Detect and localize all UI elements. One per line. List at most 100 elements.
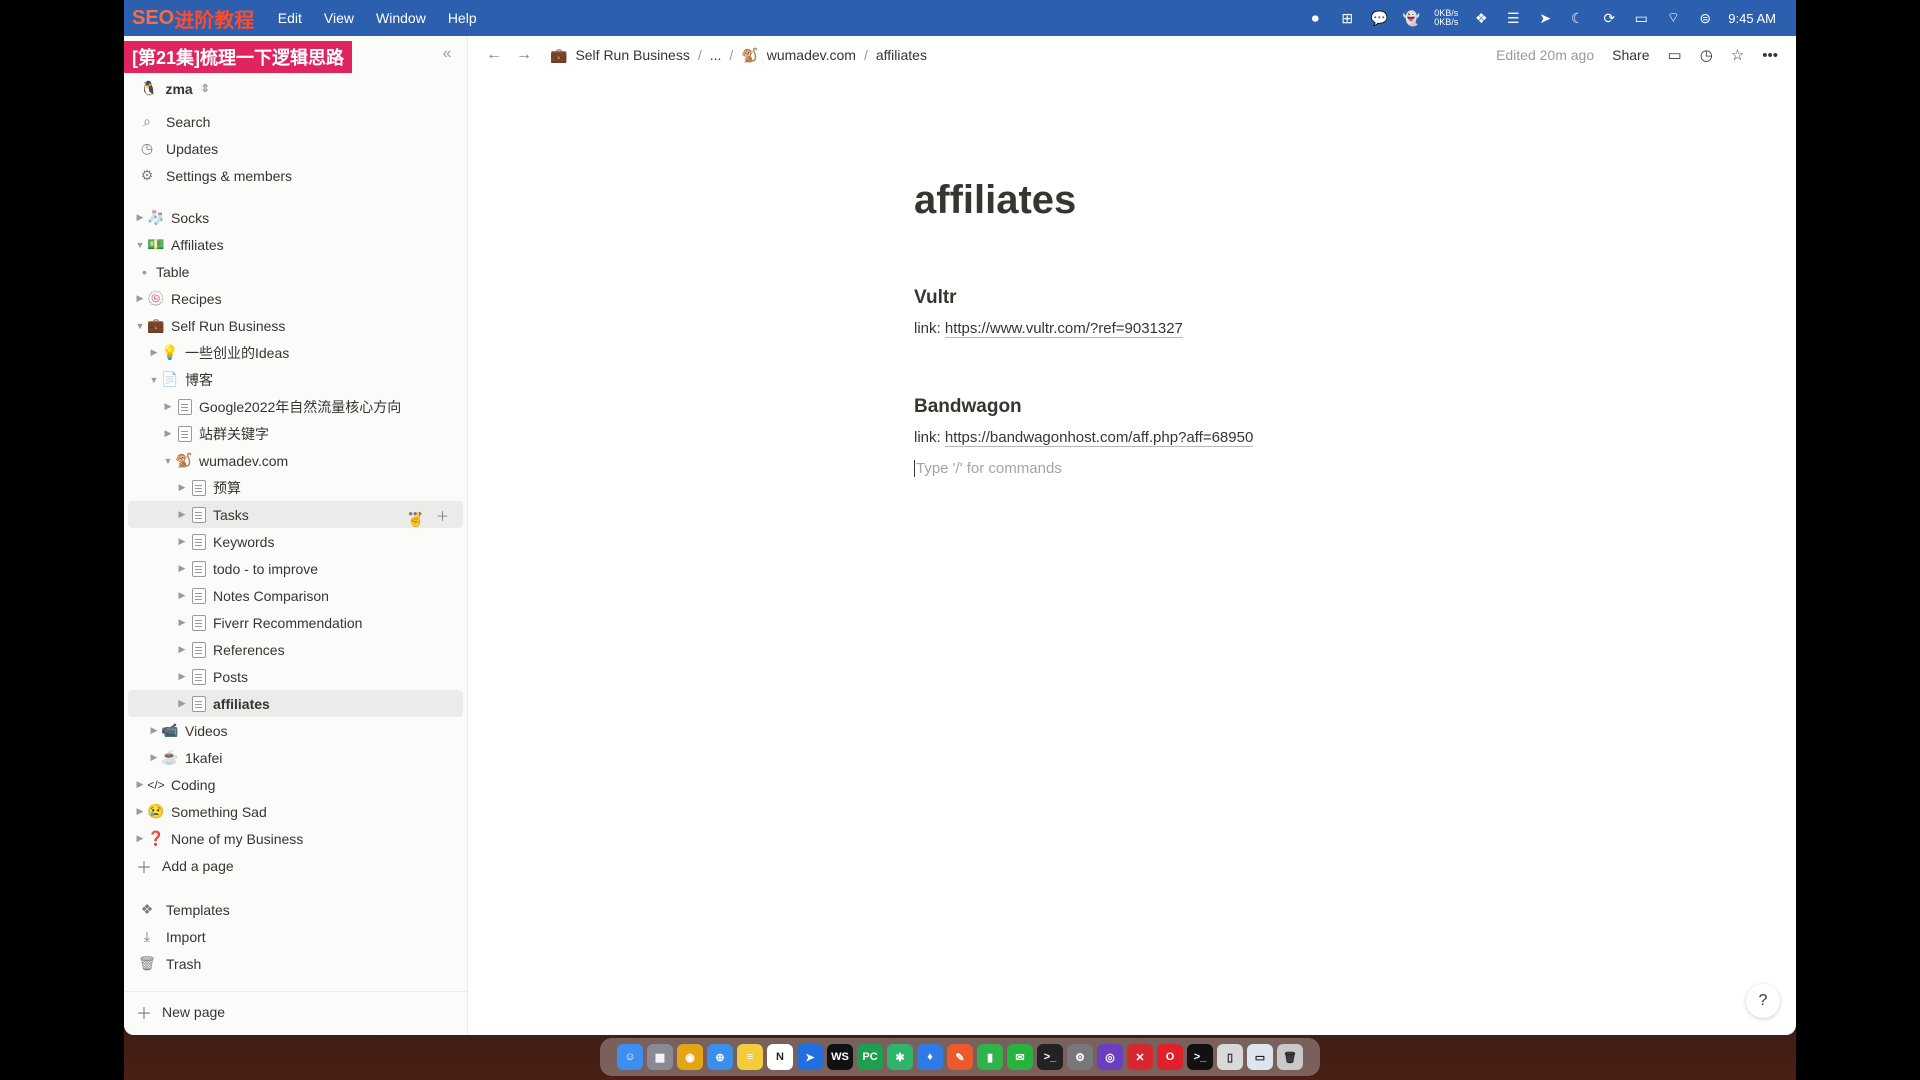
sidebar-item-budget[interactable]: ▶ 预算 bbox=[128, 474, 463, 501]
moon-icon[interactable]: ☾ bbox=[1568, 10, 1586, 26]
caret-right-icon[interactable]: ▶ bbox=[176, 671, 188, 682]
dock-chrome-icon[interactable]: ◉ bbox=[677, 1044, 703, 1070]
dock-folder-icon[interactable]: ▭ bbox=[1247, 1044, 1273, 1070]
dock-webstorm-icon[interactable]: WS bbox=[827, 1044, 853, 1070]
caret-right-icon[interactable]: ▶ bbox=[134, 212, 146, 223]
workspace-switcher[interactable]: 🐧 zma ⇕ bbox=[140, 80, 210, 97]
battery-icon[interactable]: ▭ bbox=[1632, 10, 1650, 26]
arrow-icon[interactable]: ➤ bbox=[1536, 10, 1554, 26]
sidebar-import[interactable]: ⤓ Import bbox=[128, 923, 463, 950]
dock-notion-icon[interactable]: N bbox=[767, 1044, 793, 1070]
layers-icon[interactable]: ☰ bbox=[1504, 10, 1522, 26]
heading-bandwagon[interactable]: Bandwagon bbox=[914, 396, 1022, 418]
sidebar-item-keywords[interactable]: ▶ Keywords bbox=[128, 528, 463, 555]
caret-down-icon[interactable]: ▼ bbox=[148, 375, 160, 385]
add-page-button[interactable]: ＋ Add a page bbox=[128, 852, 463, 879]
sidebar-item-socks[interactable]: ▶ 🧦 Socks bbox=[128, 204, 463, 231]
dock-x-app-icon[interactable]: ✕ bbox=[1127, 1044, 1153, 1070]
caret-right-icon[interactable]: ▶ bbox=[162, 428, 174, 439]
sidebar-item-affiliates[interactable]: ▼ 💵 Affiliates bbox=[128, 231, 463, 258]
history-clock-icon[interactable]: ◷ bbox=[1700, 46, 1713, 64]
dock-github-icon[interactable]: ◎ bbox=[1097, 1044, 1123, 1070]
sidebar-item-recipes[interactable]: ▶ 🍥 Recipes bbox=[128, 285, 463, 312]
command-placeholder[interactable]: Type '/' for commands bbox=[914, 460, 1062, 477]
sidebar-item-coding[interactable]: ▶ </> Coding bbox=[128, 771, 463, 798]
dock-keynote-icon[interactable]: ♦ bbox=[917, 1044, 943, 1070]
sidebar-item-ideas[interactable]: ▶ 💡 一些创业的Ideas bbox=[128, 339, 463, 366]
caret-right-icon[interactable]: ▶ bbox=[176, 644, 188, 655]
caret-right-icon[interactable]: ▶ bbox=[162, 401, 174, 412]
sidebar-item-self-run-business[interactable]: ▼ 💼 Self Run Business bbox=[128, 312, 463, 339]
comment-icon[interactable]: ▭ bbox=[1668, 46, 1682, 64]
breadcrumb-self-run-business[interactable]: Self Run Business bbox=[575, 47, 689, 63]
page-title[interactable]: affiliates bbox=[914, 178, 1076, 223]
grid-icon[interactable]: ⊞ bbox=[1338, 10, 1356, 26]
dock-safari-icon[interactable]: ⊕ bbox=[707, 1044, 733, 1070]
dock-paint-icon[interactable]: ✎ bbox=[947, 1044, 973, 1070]
sidebar-item-table[interactable]: • Table bbox=[128, 258, 463, 285]
sidebar-item-1kafei[interactable]: ▶ ☕ 1kafei bbox=[128, 744, 463, 771]
sidebar-item-google2022[interactable]: ▶ Google2022年自然流量核心方向 bbox=[128, 393, 463, 420]
dock-notes-icon[interactable]: ≡ bbox=[737, 1044, 763, 1070]
caret-right-icon[interactable]: ▶ bbox=[148, 752, 160, 763]
clock[interactable]: 9:45 AM bbox=[1728, 11, 1776, 26]
dock-numbers-icon[interactable]: ▮ bbox=[977, 1044, 1003, 1070]
caret-down-icon[interactable]: ▼ bbox=[134, 240, 146, 250]
dock-terminal-app-icon[interactable]: >_ bbox=[1037, 1044, 1063, 1070]
wechat-icon[interactable]: 💬 bbox=[1370, 10, 1388, 26]
sidebar-item-videos[interactable]: ▶ 📹 Videos bbox=[128, 717, 463, 744]
caret-right-icon[interactable]: ▶ bbox=[134, 293, 146, 304]
wifi-icon[interactable]: ⌔ bbox=[1664, 9, 1682, 26]
caret-right-icon[interactable]: ▶ bbox=[148, 347, 160, 358]
heading-vultr[interactable]: Vultr bbox=[914, 287, 957, 309]
caret-right-icon[interactable]: ▶ bbox=[176, 590, 188, 601]
sidebar-updates[interactable]: ◷ Updates bbox=[128, 135, 463, 162]
record-icon[interactable]: ⏺ bbox=[1306, 10, 1324, 26]
sidebar-item-keywords-cn[interactable]: ▶ 站群关键字 bbox=[128, 420, 463, 447]
sidebar-search[interactable]: ⌕ Search bbox=[128, 108, 463, 135]
caret-right-icon[interactable]: ▶ bbox=[176, 536, 188, 547]
dock-opera-icon[interactable]: O bbox=[1157, 1044, 1183, 1070]
back-arrow-icon[interactable]: ← bbox=[486, 46, 502, 64]
plus-icon[interactable]: ＋ bbox=[436, 506, 449, 525]
forward-arrow-icon[interactable]: → bbox=[516, 46, 532, 64]
more-icon[interactable]: ••• bbox=[1762, 47, 1778, 64]
bandwagon-url-link[interactable]: https://bandwagonhost.com/aff.php?aff=68… bbox=[944, 429, 1254, 447]
caret-right-icon[interactable]: ▶ bbox=[176, 698, 188, 709]
dock-trash-icon[interactable]: 🗑 bbox=[1277, 1044, 1303, 1070]
caret-right-icon[interactable]: ▶ bbox=[176, 617, 188, 628]
sidebar-item-blog[interactable]: ▼ 📄 博客 bbox=[128, 366, 463, 393]
dock-wechat-icon[interactable]: ✉ bbox=[1007, 1044, 1033, 1070]
caret-right-icon[interactable]: ▶ bbox=[134, 833, 146, 844]
sidebar-templates[interactable]: ❖ Templates bbox=[128, 896, 463, 923]
sidebar-item-todo[interactable]: ▶ todo - to improve bbox=[128, 555, 463, 582]
menu-view[interactable]: View bbox=[324, 10, 354, 26]
sync-icon[interactable]: ⟳ bbox=[1600, 10, 1618, 26]
sidebar-trash[interactable]: 🗑 Trash bbox=[128, 950, 463, 977]
share-button[interactable]: Share bbox=[1612, 47, 1649, 63]
caret-down-icon[interactable]: ▼ bbox=[134, 321, 146, 331]
breadcrumb-wumadev[interactable]: wumadev.com bbox=[767, 47, 856, 63]
caret-right-icon[interactable]: ▶ bbox=[134, 806, 146, 817]
sidebar-item-references[interactable]: ▶ References bbox=[128, 636, 463, 663]
sidebar-settings[interactable]: ⚙ Settings & members bbox=[128, 162, 463, 189]
breadcrumb-affiliates[interactable]: affiliates bbox=[876, 47, 927, 63]
dock-finder-icon[interactable]: ☺ bbox=[617, 1044, 643, 1070]
vultr-url-link[interactable]: https://www.vultr.com/?ref=9031327 bbox=[944, 320, 1183, 338]
dock-settings-icon[interactable]: ⚙ bbox=[1067, 1044, 1093, 1070]
control-center-icon[interactable]: ⊜ bbox=[1696, 10, 1714, 26]
dock-network-icon[interactable]: ✱ bbox=[887, 1044, 913, 1070]
menu-edit[interactable]: Edit bbox=[278, 10, 302, 26]
collapse-sidebar-icon[interactable]: « bbox=[436, 45, 458, 63]
caret-right-icon[interactable]: ▶ bbox=[134, 779, 146, 790]
sidebar-item-fiverr[interactable]: ▶ Fiverr Recommendation bbox=[128, 609, 463, 636]
sidebar-item-something-sad[interactable]: ▶ 😢 Something Sad bbox=[128, 798, 463, 825]
caret-right-icon[interactable]: ▶ bbox=[176, 509, 188, 520]
dock-pycharm-icon[interactable]: PC bbox=[857, 1044, 883, 1070]
menu-help[interactable]: Help bbox=[448, 10, 477, 26]
dock-arrow-app-icon[interactable]: ➤ bbox=[797, 1044, 823, 1070]
dock-file-icon[interactable]: ▯ bbox=[1217, 1044, 1243, 1070]
ghost-icon[interactable]: 👻 bbox=[1402, 10, 1420, 26]
caret-right-icon[interactable]: ▶ bbox=[176, 563, 188, 574]
menu-window[interactable]: Window bbox=[376, 10, 426, 26]
